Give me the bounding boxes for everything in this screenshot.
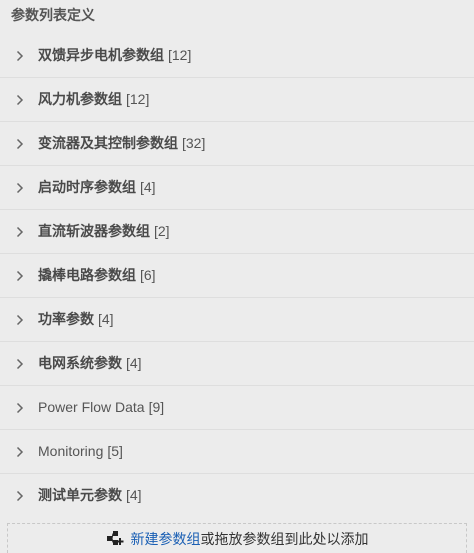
group-row[interactable]: 直流斩波器参数组 [2] [0,210,474,254]
chevron-right-icon [16,270,24,281]
chevron-right-icon [16,226,24,237]
group-count: [2] [154,223,170,239]
dropzone-hint: 或拖放参数组到此处以添加 [200,530,369,547]
group-row[interactable]: 双馈异步电机参数组 [12] [0,34,474,78]
group-count: [4] [126,487,142,503]
group-count: [32] [182,135,206,151]
add-group-dropzone[interactable]: 新建参数组 或拖放参数组到此处以添加 [7,523,467,553]
new-group-link[interactable]: 新建参数组 [131,529,201,549]
chevron-right-icon [16,314,24,325]
parameter-list-panel: 参数列表定义 双馈异步电机参数组 [12] 风力机参数组 [12] 变流器及其控制参… [0,0,474,553]
chevron-right-icon [16,94,24,105]
group-row[interactable]: 启动时序参数组 [4] [0,166,474,210]
chevron-right-icon [16,490,24,501]
chevron-right-icon [16,138,24,149]
group-count: [4] [98,311,114,327]
group-row[interactable]: Power Flow Data [9] [0,386,474,430]
group-row[interactable]: 撬棒电路参数组 [6] [0,254,474,298]
group-name: 变流器及其控制参数组 [38,135,178,151]
group-name: 测试单元参数 [38,487,122,503]
group-row[interactable]: 风力机参数组 [12] [0,78,474,122]
chevron-right-icon [16,50,24,61]
group-count: [9] [148,399,165,415]
group-name: 电网系统参数 [38,355,122,371]
panel-title: 参数列表定义 [11,7,95,23]
group-name: 启动时序参数组 [38,179,136,195]
group-count: [6] [140,267,156,283]
chevron-right-icon [16,358,24,369]
add-group-icon [106,530,123,545]
group-count: [4] [126,355,142,371]
group-name: 功率参数 [38,311,94,327]
group-row[interactable]: 电网系统参数 [4] [0,342,474,386]
group-row[interactable]: 变流器及其控制参数组 [32] [0,122,474,166]
group-name: 风力机参数组 [38,91,122,107]
chevron-right-icon [16,182,24,193]
chevron-right-icon [16,446,24,457]
group-count: [12] [168,47,192,63]
group-name: Monitoring [38,443,104,459]
group-name: 直流斩波器参数组 [38,223,150,239]
chevron-right-icon [16,402,24,413]
group-name: 双馈异步电机参数组 [38,47,164,63]
group-row[interactable]: 测试单元参数 [4] [0,474,474,517]
group-name: 撬棒电路参数组 [38,267,136,283]
parameter-group-list: 双馈异步电机参数组 [12] 风力机参数组 [12] 变流器及其控制参数组 [32] … [0,34,474,517]
group-name: Power Flow Data [38,399,145,415]
group-count: [12] [126,91,150,107]
group-count: [4] [140,179,156,195]
group-row[interactable]: 功率参数 [4] [0,298,474,342]
group-row[interactable]: Monitoring [5] [0,430,474,474]
group-count: [5] [107,443,123,459]
